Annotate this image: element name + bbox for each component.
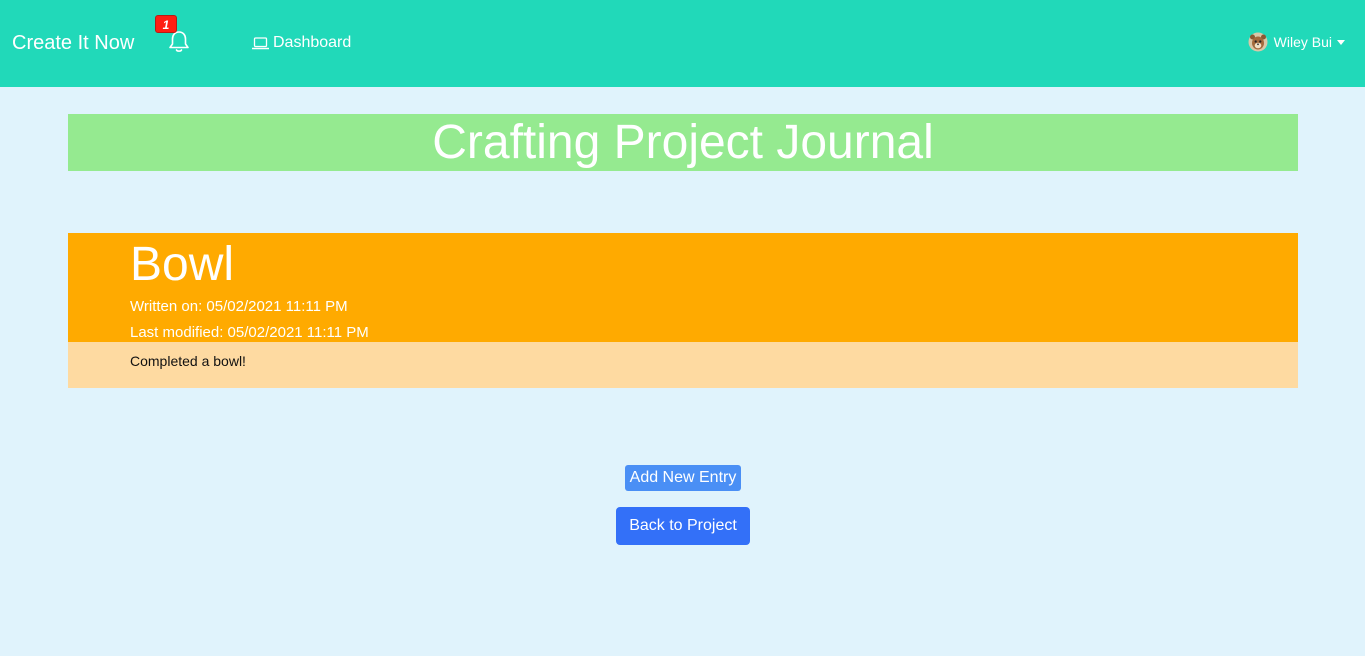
nav-dashboard-link[interactable]: Dashboard: [252, 33, 351, 53]
avatar: [1248, 32, 1268, 52]
top-navbar: Create It Now 1 Dashboard Wiley Bui: [0, 0, 1365, 87]
chevron-down-icon: [1337, 39, 1345, 45]
entry-text: Completed a bowl!: [130, 353, 246, 369]
notification-count-badge[interactable]: 1: [155, 15, 177, 33]
entry-title: Bowl: [130, 238, 235, 291]
journal-entry-header: Bowl Written on: 05/02/2021 11:11 PM Las…: [68, 233, 1298, 342]
user-menu[interactable]: Wiley Bui: [1248, 32, 1345, 52]
brand-link[interactable]: Create It Now: [12, 31, 134, 55]
page-title: Crafting Project Journal: [68, 114, 1298, 171]
laptop-icon: [252, 36, 269, 49]
add-new-entry-button[interactable]: Add New Entry: [625, 465, 741, 491]
entry-last-modified: Last modified: 05/02/2021 11:11 PM: [130, 324, 369, 341]
entry-written-on: Written on: 05/02/2021 11:11 PM: [130, 298, 348, 315]
nav-dashboard-label: Dashboard: [273, 34, 352, 51]
user-name: Wiley Bui: [1273, 34, 1332, 50]
back-to-project-button[interactable]: Back to Project: [616, 507, 750, 545]
journal-entry-body: Completed a bowl!: [68, 342, 1298, 388]
